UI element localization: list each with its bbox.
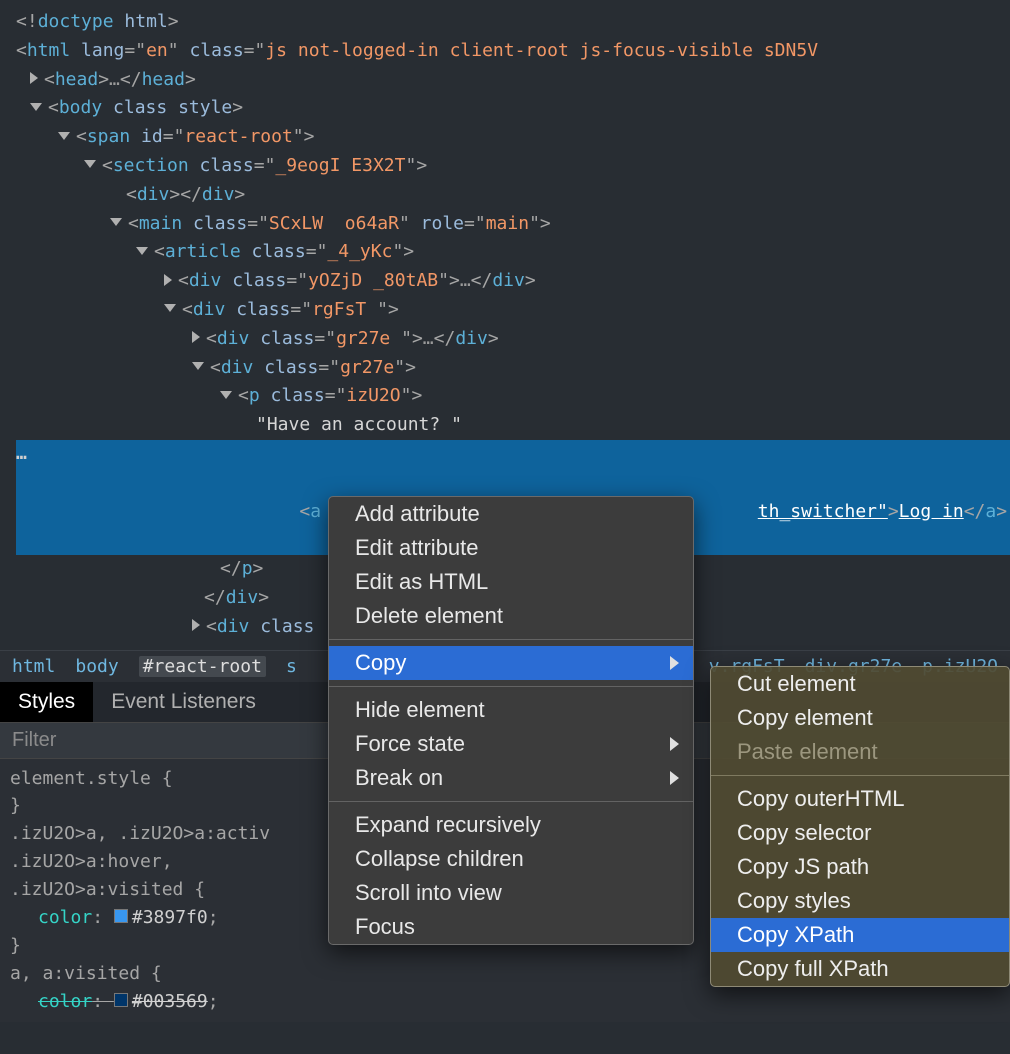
menu-focus[interactable]: Focus <box>329 910 693 944</box>
submenu-copy-element[interactable]: Copy element <box>711 701 1009 735</box>
tree-line[interactable]: <span id="react-root"> <box>16 123 1010 152</box>
tree-line[interactable]: <p class="izU2O"> <box>16 382 1010 411</box>
tree-line[interactable]: <div class="gr27e ">…</div> <box>16 325 1010 354</box>
menu-force-state[interactable]: Force state <box>329 727 693 761</box>
submenu-cut-element[interactable]: Cut element <box>711 667 1009 701</box>
tab-styles[interactable]: Styles <box>0 682 93 722</box>
menu-separator <box>711 775 1009 776</box>
collapse-arrow-icon[interactable] <box>58 132 70 140</box>
color-swatch-icon[interactable] <box>114 909 128 923</box>
context-menu[interactable]: Add attribute Edit attribute Edit as HTM… <box>328 496 694 945</box>
tree-line[interactable]: <article class="_4_yKc"> <box>16 238 1010 267</box>
tree-line[interactable]: "Have an account? " <box>16 411 1010 440</box>
menu-separator <box>329 801 693 802</box>
color-swatch-icon[interactable] <box>114 993 128 1007</box>
menu-add-attribute[interactable]: Add attribute <box>329 497 693 531</box>
submenu-copy-js-path[interactable]: Copy JS path <box>711 850 1009 884</box>
crumb-react-root[interactable]: #react-root <box>139 656 266 677</box>
collapse-arrow-icon[interactable] <box>220 391 232 399</box>
tree-line[interactable]: <main class="SCxLW o64aR" role="main"> <box>16 210 1010 239</box>
tree-line[interactable]: <div class="gr27e"> <box>16 354 1010 383</box>
collapse-arrow-icon[interactable] <box>136 247 148 255</box>
expand-arrow-icon[interactable] <box>164 274 172 286</box>
menu-delete-element[interactable]: Delete element <box>329 599 693 633</box>
submenu-arrow-icon <box>670 656 679 670</box>
tree-line[interactable]: <head>…</head> <box>16 66 1010 95</box>
tree-line[interactable]: <!doctype html> <box>16 8 1010 37</box>
submenu-copy-outerhtml[interactable]: Copy outerHTML <box>711 782 1009 816</box>
menu-expand-recursively[interactable]: Expand recursively <box>329 808 693 842</box>
submenu-copy-xpath[interactable]: Copy XPath <box>711 918 1009 952</box>
menu-scroll-into-view[interactable]: Scroll into view <box>329 876 693 910</box>
crumb-body[interactable]: body <box>75 656 118 677</box>
tab-event-listeners[interactable]: Event Listeners <box>93 682 274 722</box>
submenu-paste-element: Paste element <box>711 735 1009 769</box>
menu-separator <box>329 686 693 687</box>
crumb-html[interactable]: html <box>12 656 55 677</box>
tree-line[interactable]: <html lang="en" class="js not-logged-in … <box>16 37 1010 66</box>
submenu-arrow-icon <box>670 771 679 785</box>
gutter-ellipsis-icon: … <box>16 440 28 469</box>
tree-line[interactable]: <div></div> <box>16 181 1010 210</box>
menu-hide-element[interactable]: Hide element <box>329 693 693 727</box>
tree-line[interactable]: <section class="_9eogI E3X2T"> <box>16 152 1010 181</box>
collapse-arrow-icon[interactable] <box>192 362 204 370</box>
submenu-copy-full-xpath[interactable]: Copy full XPath <box>711 952 1009 986</box>
menu-copy[interactable]: Copy <box>329 646 693 680</box>
crumb-section[interactable]: s <box>286 656 297 677</box>
tree-line[interactable]: <div class="rgFsT "> <box>16 296 1010 325</box>
submenu-copy-selector[interactable]: Copy selector <box>711 816 1009 850</box>
collapse-arrow-icon[interactable] <box>30 103 42 111</box>
collapse-arrow-icon[interactable] <box>84 160 96 168</box>
menu-collapse-children[interactable]: Collapse children <box>329 842 693 876</box>
collapse-arrow-icon[interactable] <box>164 304 176 312</box>
submenu-copy-styles[interactable]: Copy styles <box>711 884 1009 918</box>
expand-arrow-icon[interactable] <box>30 72 38 84</box>
expand-arrow-icon[interactable] <box>192 331 200 343</box>
menu-edit-attribute[interactable]: Edit attribute <box>329 531 693 565</box>
tree-line[interactable]: <div class="yOZjD _80tAB">…</div> <box>16 267 1010 296</box>
context-submenu-copy[interactable]: Cut element Copy element Paste element C… <box>710 666 1010 987</box>
menu-separator <box>329 639 693 640</box>
collapse-arrow-icon[interactable] <box>110 218 122 226</box>
submenu-arrow-icon <box>670 737 679 751</box>
menu-edit-as-html[interactable]: Edit as HTML <box>329 565 693 599</box>
expand-arrow-icon[interactable] <box>192 619 200 631</box>
tree-line[interactable]: <body class style> <box>16 94 1010 123</box>
menu-break-on[interactable]: Break on <box>329 761 693 795</box>
